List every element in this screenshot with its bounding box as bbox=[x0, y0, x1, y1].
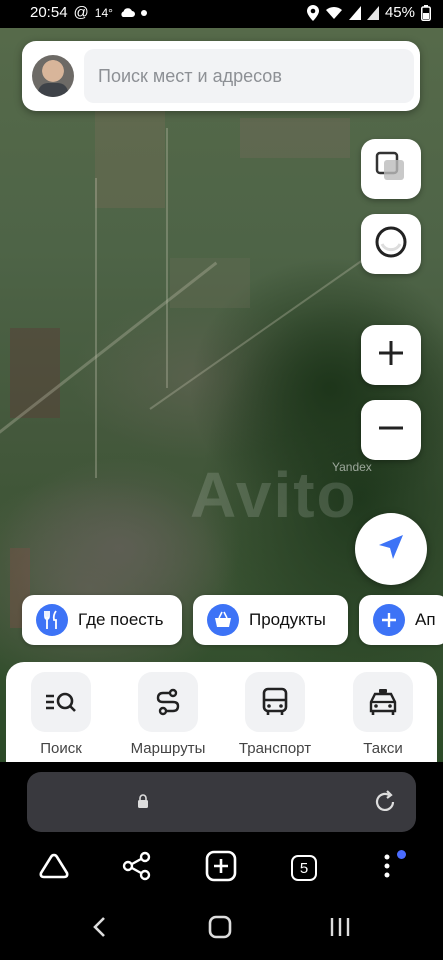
map-field bbox=[240, 118, 350, 158]
alice-button[interactable] bbox=[361, 214, 421, 274]
status-temperature: 14° bbox=[94, 5, 113, 20]
alice-icon bbox=[373, 224, 409, 265]
nav-routes[interactable]: Маршруты bbox=[118, 672, 218, 757]
wifi-icon bbox=[325, 6, 343, 20]
home-square-icon bbox=[208, 915, 232, 944]
alice-triangle-icon bbox=[39, 853, 69, 884]
recents-icon bbox=[329, 916, 351, 943]
alice-browser-button[interactable] bbox=[34, 852, 74, 884]
lock-icon bbox=[137, 794, 149, 813]
chip-more[interactable]: Ап bbox=[359, 595, 443, 645]
fork-knife-icon bbox=[36, 604, 68, 636]
minus-icon bbox=[377, 414, 405, 447]
url-bar[interactable] bbox=[27, 772, 416, 832]
system-recents-button[interactable] bbox=[320, 914, 360, 944]
add-tab-icon bbox=[205, 850, 237, 887]
notification-dot-icon bbox=[140, 9, 147, 16]
avatar[interactable] bbox=[32, 55, 74, 97]
chip-where-to-eat[interactable]: Где поесть bbox=[22, 595, 182, 645]
chip-label: Где поесть bbox=[78, 610, 164, 629]
map-road bbox=[166, 128, 168, 388]
battery-icon bbox=[421, 4, 431, 21]
chip-groceries[interactable]: Продукты bbox=[193, 595, 348, 645]
map-road bbox=[95, 178, 97, 478]
reload-icon[interactable] bbox=[373, 790, 397, 819]
chip-label: Продукты bbox=[249, 610, 326, 629]
navigation-arrow-icon bbox=[376, 532, 406, 567]
nav-label: Транспорт bbox=[238, 740, 312, 757]
nav-search[interactable]: Поиск bbox=[11, 672, 111, 757]
nav-taxi[interactable]: Такси bbox=[333, 672, 433, 757]
layers-button[interactable] bbox=[361, 139, 421, 199]
nav-label: Маршруты bbox=[130, 740, 206, 757]
nav-transport[interactable]: Транспорт bbox=[225, 672, 325, 757]
zoom-in-button[interactable] bbox=[361, 325, 421, 385]
signal-icon-2 bbox=[366, 5, 379, 20]
my-location-button[interactable] bbox=[355, 513, 427, 585]
location-icon bbox=[306, 4, 319, 21]
share-icon bbox=[122, 851, 152, 886]
route-icon bbox=[138, 672, 198, 732]
plus-icon bbox=[377, 339, 405, 372]
nav-label: Такси bbox=[363, 740, 403, 757]
status-time: 20:54 bbox=[30, 4, 68, 21]
bus-icon bbox=[245, 672, 305, 732]
chip-label: Ап bbox=[415, 610, 436, 629]
menu-notification-dot bbox=[397, 850, 406, 859]
system-back-button[interactable] bbox=[79, 914, 119, 944]
browser-chrome: 5 bbox=[0, 762, 443, 960]
map-provider-label: Yandex bbox=[332, 460, 372, 474]
battery-text: 45% bbox=[384, 4, 415, 21]
cloud-icon bbox=[119, 7, 135, 18]
layers-icon bbox=[374, 150, 408, 189]
search-input[interactable] bbox=[84, 49, 414, 103]
plus-icon bbox=[373, 604, 405, 636]
status-bar: 20:54 @ 14° 45% bbox=[0, 0, 443, 28]
taxi-icon bbox=[353, 672, 413, 732]
search-list-icon bbox=[31, 672, 91, 732]
back-chevron-icon bbox=[92, 916, 106, 943]
tabs-count: 5 bbox=[291, 855, 317, 881]
tabs-button[interactable]: 5 bbox=[284, 852, 324, 884]
new-tab-button[interactable] bbox=[201, 850, 241, 887]
basket-icon bbox=[207, 604, 239, 636]
signal-icon-1 bbox=[348, 5, 361, 20]
nav-label: Поиск bbox=[40, 740, 82, 757]
zoom-out-button[interactable] bbox=[361, 400, 421, 460]
bottom-nav-panel: Поиск Маршруты Транспорт Такси bbox=[6, 662, 437, 762]
at-icon: @ bbox=[73, 4, 89, 21]
share-button[interactable] bbox=[117, 851, 157, 886]
more-vertical-icon bbox=[383, 853, 391, 884]
system-home-button[interactable] bbox=[200, 914, 240, 944]
search-card bbox=[22, 41, 420, 111]
map-field bbox=[95, 98, 165, 208]
